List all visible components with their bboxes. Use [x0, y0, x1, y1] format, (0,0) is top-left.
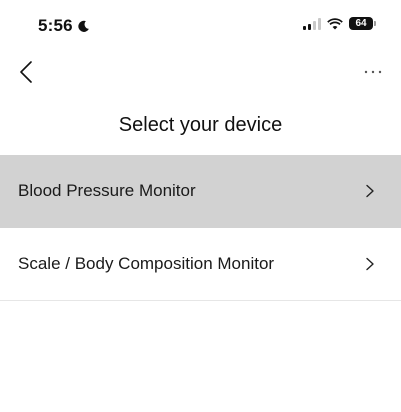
battery-icon: 64	[349, 17, 376, 30]
clock-text: 5:56	[38, 16, 73, 35]
device-item-label: Blood Pressure Monitor	[18, 181, 196, 200]
battery-level: 64	[355, 18, 367, 29]
page-title: Select your device	[118, 114, 283, 136]
chevron-right-icon	[366, 257, 374, 271]
moon-icon	[78, 20, 89, 32]
back-button[interactable]	[12, 58, 40, 86]
status-bar: 5:56 64	[0, 0, 401, 52]
status-indicators: 64	[303, 17, 376, 30]
device-list: Blood Pressure Monitor Scale / Body Comp…	[0, 155, 401, 301]
cellular-signal-icon	[303, 17, 321, 30]
ellipsis-icon	[364, 70, 382, 74]
navigation-bar	[0, 52, 401, 92]
status-time: 5:56	[38, 16, 90, 36]
more-options-button[interactable]	[359, 58, 387, 86]
chevron-right-icon	[366, 184, 374, 198]
device-item-label: Scale / Body Composition Monitor	[18, 254, 275, 273]
device-item-scale-body-composition-monitor[interactable]: Scale / Body Composition Monitor	[0, 228, 401, 301]
chevron-left-icon	[20, 61, 32, 83]
wifi-icon	[327, 17, 343, 29]
device-item-blood-pressure-monitor[interactable]: Blood Pressure Monitor	[0, 155, 401, 228]
